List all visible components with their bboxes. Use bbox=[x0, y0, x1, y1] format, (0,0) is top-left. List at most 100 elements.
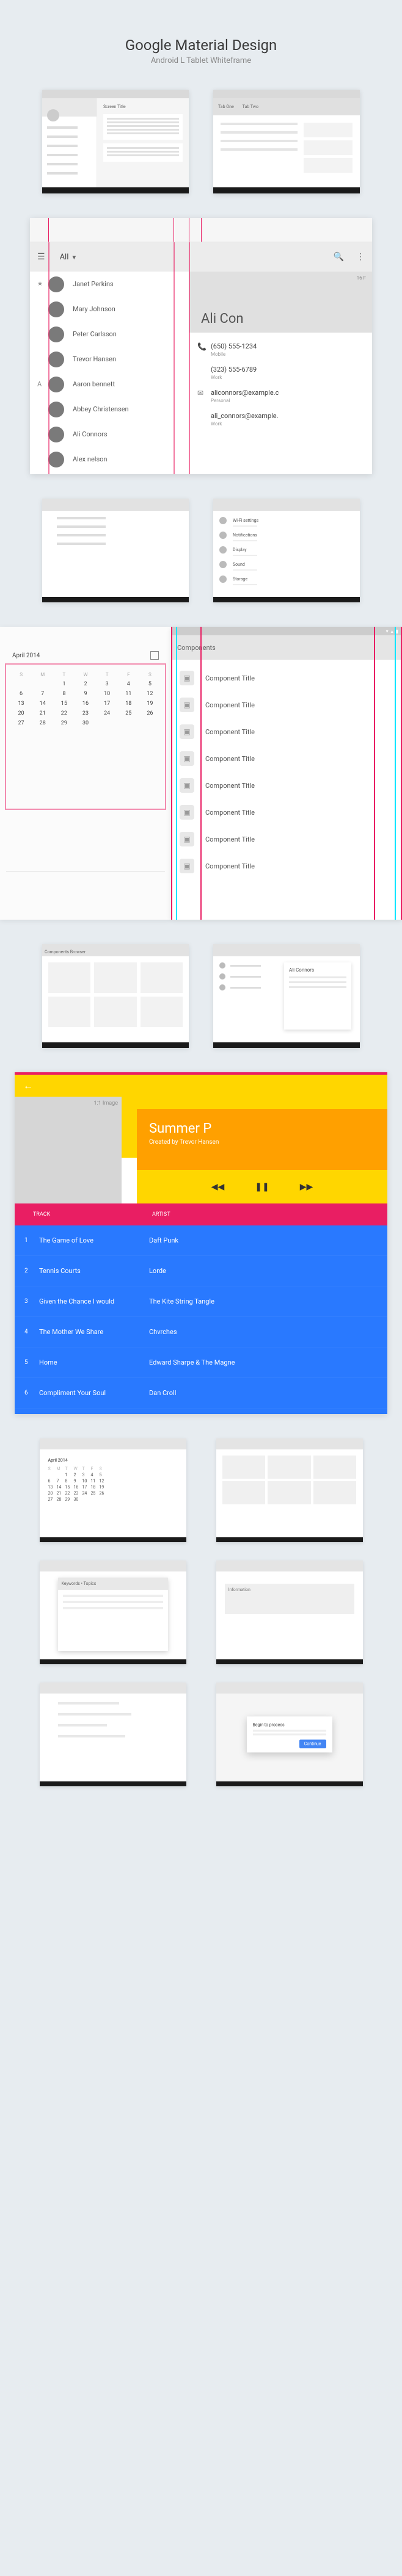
contact-row[interactable]: ★Janet Perkins bbox=[30, 272, 189, 297]
calendar-day[interactable]: 6 bbox=[12, 691, 30, 697]
calendar-day[interactable]: 22 bbox=[55, 710, 73, 716]
calendar-day[interactable]: 4 bbox=[120, 681, 137, 687]
app-bar: ☰ All▼ 🔍 ⋮ bbox=[30, 242, 372, 272]
album-art: 1:1 Image bbox=[15, 1097, 122, 1203]
dialog-thumb: Begin to process Continue bbox=[216, 1683, 363, 1786]
contact-row[interactable]: AAaron bennett bbox=[30, 372, 189, 397]
contacts-screen: ☰ All▼ 🔍 ⋮ ★Janet PerkinsMary JohnsonPet… bbox=[30, 218, 372, 474]
tab-one[interactable]: Tab One bbox=[218, 104, 234, 109]
modal-sheet[interactable]: Keywords • Topics bbox=[58, 1578, 168, 1651]
calendar-day[interactable] bbox=[98, 720, 116, 726]
calendar-day[interactable] bbox=[12, 681, 30, 687]
simple-list-thumb bbox=[42, 499, 189, 602]
signal-icon: ▴ bbox=[391, 629, 393, 634]
component-row[interactable]: ▣Component Title bbox=[171, 799, 402, 826]
calendar-day[interactable]: 25 bbox=[120, 710, 137, 716]
filter-dropdown[interactable]: All▼ bbox=[60, 253, 78, 262]
prev-icon[interactable]: ◀◀ bbox=[211, 1182, 225, 1192]
back-icon[interactable]: ← bbox=[23, 1080, 33, 1092]
ok-button[interactable]: Continue bbox=[299, 1740, 326, 1748]
contact-row[interactable]: Mary Johnson bbox=[30, 297, 189, 322]
tab-two[interactable]: Tab Two bbox=[243, 104, 258, 109]
contact-row[interactable]: Peter Carlsson bbox=[30, 322, 189, 347]
page-title: Google Material Design bbox=[0, 37, 402, 54]
calendar-day[interactable]: 1 bbox=[55, 681, 73, 687]
calendar-day[interactable]: 23 bbox=[76, 710, 94, 716]
calendar-day[interactable]: 3 bbox=[98, 681, 116, 687]
track-row[interactable]: 2Tennis CourtsLorde bbox=[15, 1256, 387, 1286]
calendar-day[interactable]: 29 bbox=[55, 720, 73, 726]
component-row[interactable]: ▣Component Title bbox=[171, 826, 402, 853]
phone-icon: 📞 bbox=[197, 342, 211, 351]
pause-icon[interactable]: ❚❚ bbox=[255, 1182, 269, 1192]
calendar-day[interactable]: 2 bbox=[76, 681, 94, 687]
drawer-layout-thumb: Screen Title bbox=[42, 90, 189, 193]
calendar-day[interactable]: 28 bbox=[34, 720, 51, 726]
contact-row[interactable]: Anthony Stevens bbox=[30, 472, 189, 474]
avatar-list-thumb: Wi-Fi settingsNotificationsDisplaySoundS… bbox=[213, 499, 360, 602]
calendar-day[interactable]: 9 bbox=[76, 691, 94, 697]
battery-icon: ▮ bbox=[396, 629, 398, 634]
banner-thumb: Information bbox=[216, 1560, 363, 1664]
calendar-day[interactable]: 16 bbox=[76, 701, 94, 707]
calendar-day[interactable]: 18 bbox=[120, 701, 137, 707]
wifi-icon: ▾ bbox=[386, 629, 389, 634]
calendar-day[interactable]: 19 bbox=[141, 701, 159, 707]
calendar-day[interactable]: 13 bbox=[12, 701, 30, 707]
confirm-dialog[interactable]: Begin to process Continue bbox=[247, 1717, 332, 1753]
track-row[interactable]: 5HomeEdward Sharpe & The Magne bbox=[15, 1348, 387, 1378]
calendar-day[interactable]: 26 bbox=[141, 710, 159, 716]
calendar-day[interactable]: 30 bbox=[76, 720, 94, 726]
calendar-day[interactable]: 20 bbox=[12, 710, 30, 716]
contact-row[interactable]: Trevor Hansen bbox=[30, 347, 189, 372]
album-title: Summer P bbox=[149, 1121, 375, 1136]
calendar-day[interactable]: 15 bbox=[55, 701, 73, 707]
calendar-screen: April 2014 SMTWTFS1234567891011121314151… bbox=[0, 627, 171, 920]
track-row[interactable]: 3Given the Chance I wouldThe Kite String… bbox=[15, 1286, 387, 1317]
search-icon[interactable]: 🔍 bbox=[334, 252, 344, 262]
calendar-icon[interactable] bbox=[150, 651, 159, 660]
calendar-day[interactable]: 12 bbox=[141, 691, 159, 697]
calendar-day[interactable]: 8 bbox=[55, 691, 73, 697]
calendar-day[interactable]: 10 bbox=[98, 691, 116, 697]
calendar-day[interactable] bbox=[141, 720, 159, 726]
component-row[interactable]: ▣Component Title bbox=[171, 745, 402, 772]
calendar-day[interactable] bbox=[34, 681, 51, 687]
menu-icon[interactable]: ☰ bbox=[37, 252, 45, 262]
calendar-day[interactable]: 27 bbox=[12, 720, 30, 726]
chevron-down-icon: ▼ bbox=[71, 254, 77, 261]
popover-thumb: Ali Connors bbox=[213, 944, 360, 1048]
track-row[interactable]: 1The Game of LoveDaft Punk bbox=[15, 1225, 387, 1256]
track-header: TRACK ARTIST bbox=[15, 1203, 387, 1225]
component-row[interactable]: ▣Component Title bbox=[171, 718, 402, 745]
calendar-day[interactable]: 5 bbox=[141, 681, 159, 687]
album-header: Summer P Created by Trevor Hansen bbox=[137, 1109, 387, 1170]
email-icon: ✉ bbox=[197, 389, 211, 397]
calendar-day[interactable] bbox=[120, 720, 137, 726]
calendar-day[interactable]: 21 bbox=[34, 710, 51, 716]
calendar-day[interactable]: 24 bbox=[98, 710, 116, 716]
more-icon[interactable]: ⋮ bbox=[356, 252, 365, 262]
tabs-layout-thumb: Tab One Tab Two bbox=[213, 90, 360, 193]
component-row[interactable]: ▣Component Title bbox=[171, 665, 402, 691]
component-row[interactable]: ▣Component Title bbox=[171, 853, 402, 879]
calendar-day[interactable]: 7 bbox=[34, 691, 51, 697]
calendar-day[interactable]: 14 bbox=[34, 701, 51, 707]
component-row[interactable]: ▣Component Title bbox=[171, 691, 402, 718]
next-icon[interactable]: ▶▶ bbox=[300, 1182, 313, 1192]
contact-row[interactable]: Ali Connors bbox=[30, 422, 189, 447]
calendar-day[interactable]: 11 bbox=[120, 691, 137, 697]
track-row[interactable]: 4The Mother We ShareChvrches bbox=[15, 1317, 387, 1348]
component-row[interactable]: ▣Component Title bbox=[171, 772, 402, 799]
contact-row[interactable]: Abbey Christensen bbox=[30, 397, 189, 422]
gallery-thumb bbox=[216, 1438, 363, 1542]
contact-row[interactable]: Alex nelson bbox=[30, 447, 189, 472]
playback-controls: ◀◀ ❚❚ ▶▶ bbox=[137, 1170, 387, 1203]
calendar-day[interactable]: 17 bbox=[98, 701, 116, 707]
contact-detail: 16 F Ali Con 📞(650) 555-1234Mobile (323)… bbox=[189, 272, 372, 474]
sheet-thumb: Keywords • Topics bbox=[40, 1560, 186, 1664]
calendar-month: April 2014 bbox=[12, 652, 40, 659]
contact-popover[interactable]: Ali Connors bbox=[284, 962, 351, 1030]
track-row[interactable]: 6Compliment Your SoulDan Croll bbox=[15, 1378, 387, 1409]
screen-title: Components bbox=[177, 644, 216, 652]
